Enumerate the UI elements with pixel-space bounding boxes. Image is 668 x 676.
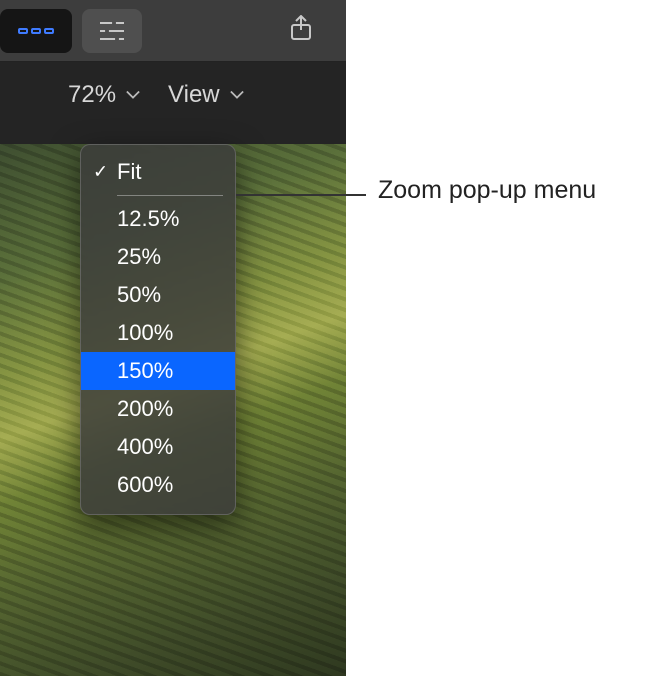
callout-label: Zoom pop-up menu bbox=[378, 176, 596, 205]
share-icon bbox=[290, 15, 312, 46]
zoom-option[interactable]: 600% bbox=[81, 466, 235, 504]
zoom-option-label: 150% bbox=[117, 358, 173, 383]
toolbar bbox=[0, 0, 346, 62]
zoom-option[interactable]: 50% bbox=[81, 276, 235, 314]
zoom-dropdown[interactable]: 72% bbox=[68, 81, 168, 109]
zoom-option[interactable]: 100% bbox=[81, 314, 235, 352]
clips-button[interactable] bbox=[0, 9, 72, 53]
zoom-option-label: Fit bbox=[117, 159, 141, 184]
zoom-option[interactable]: 400% bbox=[81, 428, 235, 466]
view-label: View bbox=[168, 81, 220, 109]
app-panel: 72% View ✓ Fit 12.5% 25% 50% 100% 150% 2… bbox=[0, 0, 346, 676]
callout-line bbox=[236, 194, 366, 196]
view-dropdown[interactable]: View bbox=[168, 81, 272, 109]
zoom-option[interactable]: 150% bbox=[81, 352, 235, 390]
zoom-option[interactable]: 25% bbox=[81, 238, 235, 276]
zoom-option-label: 25% bbox=[117, 244, 161, 269]
zoom-option-label: 50% bbox=[117, 282, 161, 307]
menu-separator bbox=[117, 195, 223, 196]
zoom-option-label: 200% bbox=[117, 396, 173, 421]
adjust-button[interactable] bbox=[82, 9, 142, 53]
check-icon: ✓ bbox=[93, 162, 108, 183]
zoom-option-label: 600% bbox=[117, 472, 173, 497]
zoom-option-label: 100% bbox=[117, 320, 173, 345]
clips-icon bbox=[18, 28, 54, 34]
chevron-down-icon bbox=[126, 88, 140, 102]
zoom-value: 72% bbox=[68, 81, 116, 109]
zoom-option[interactable]: 12.5% bbox=[81, 200, 235, 238]
zoom-option-fit[interactable]: ✓ Fit bbox=[81, 153, 235, 191]
zoom-option-label: 400% bbox=[117, 434, 173, 459]
sliders-icon bbox=[100, 21, 124, 41]
zoom-popup-menu: ✓ Fit 12.5% 25% 50% 100% 150% 200% 400% … bbox=[80, 144, 236, 515]
zoom-option-label: 12.5% bbox=[117, 206, 179, 231]
share-button[interactable] bbox=[272, 9, 330, 53]
options-bar: 72% View bbox=[0, 62, 346, 116]
chevron-down-icon bbox=[230, 88, 244, 102]
zoom-option[interactable]: 200% bbox=[81, 390, 235, 428]
